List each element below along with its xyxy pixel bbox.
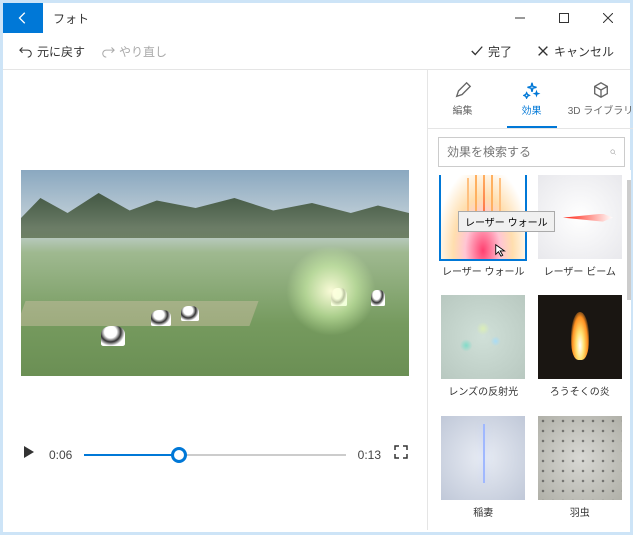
redo-button[interactable]: やり直し [93, 39, 175, 64]
effect-thumbnail [538, 295, 622, 379]
done-label: 完了 [488, 43, 512, 60]
window-controls [498, 3, 630, 33]
tab-edit-label: 編集 [453, 102, 473, 117]
maximize-button[interactable] [542, 3, 586, 33]
redo-label: やり直し [119, 43, 167, 60]
titlebar: フォト [3, 3, 630, 33]
app-title: フォト [43, 10, 89, 27]
effect-thumbnail [538, 416, 622, 500]
fullscreen-button[interactable] [393, 444, 409, 465]
done-button[interactable]: 完了 [462, 39, 520, 64]
effects-search[interactable] [438, 137, 625, 167]
search-input[interactable] [439, 145, 610, 159]
playback-controls: 0:06 0:13 [21, 444, 409, 465]
effects-grid: レーザー ウォールレーザー ウォールレーザー ビームレンズの反射光ろうそくの炎稲… [428, 175, 633, 530]
effect-thumbnail [441, 295, 525, 379]
effect-label: レンズの反射光 [448, 379, 518, 406]
effect-item[interactable]: ろうそくの炎 [535, 295, 626, 409]
seek-slider[interactable] [84, 454, 345, 456]
duration: 0:13 [358, 448, 381, 462]
cancel-button[interactable]: キャンセル [528, 39, 622, 64]
tab-3d-library[interactable]: 3D ライブラリ [566, 70, 633, 128]
tab-edit[interactable]: 編集 [428, 70, 497, 128]
effects-panel: 編集 効果 3D ライブラリ レーザー ウォールレーザー ウォールレーザー ビー… [427, 70, 633, 530]
cursor-icon [494, 243, 508, 262]
tooltip: レーザー ウォール [458, 211, 555, 232]
effect-item[interactable]: 稲妻 [438, 416, 529, 530]
search-icon [610, 145, 616, 159]
effect-item[interactable]: レーザー ウォールレーザー ウォール [438, 175, 529, 289]
undo-label: 元に戻す [37, 43, 85, 60]
cancel-label: キャンセル [554, 43, 614, 60]
scrollbar-thumb[interactable] [627, 180, 631, 300]
seek-thumb[interactable] [171, 447, 187, 463]
close-button[interactable] [586, 3, 630, 33]
tab-effects-label: 効果 [522, 102, 542, 117]
video-preview[interactable] [21, 170, 409, 376]
effect-item[interactable]: レーザー ビーム [535, 175, 626, 289]
undo-button[interactable]: 元に戻す [11, 39, 93, 64]
toolbar: 元に戻す やり直し 完了 キャンセル [3, 33, 630, 69]
effect-item[interactable]: レンズの反射光 [438, 295, 529, 409]
effect-thumbnail [441, 416, 525, 500]
back-button[interactable] [3, 3, 43, 33]
current-time: 0:06 [49, 448, 72, 462]
effect-item[interactable]: 羽虫 [535, 416, 626, 530]
effect-label: 羽虫 [570, 500, 590, 527]
tab-3d-label: 3D ライブラリ [568, 102, 633, 117]
effect-label: レーザー ウォール [442, 259, 525, 286]
preview-pane: 0:06 0:13 [3, 70, 427, 530]
panel-scrollbar[interactable] [627, 170, 631, 330]
panel-tabs: 編集 効果 3D ライブラリ [428, 70, 633, 128]
effect-label: レーザー ビーム [544, 259, 616, 286]
tab-effects[interactable]: 効果 [497, 70, 566, 128]
minimize-button[interactable] [498, 3, 542, 33]
effect-label: ろうそくの炎 [550, 379, 610, 406]
effect-label: 稲妻 [473, 500, 493, 527]
play-button[interactable] [21, 444, 37, 465]
